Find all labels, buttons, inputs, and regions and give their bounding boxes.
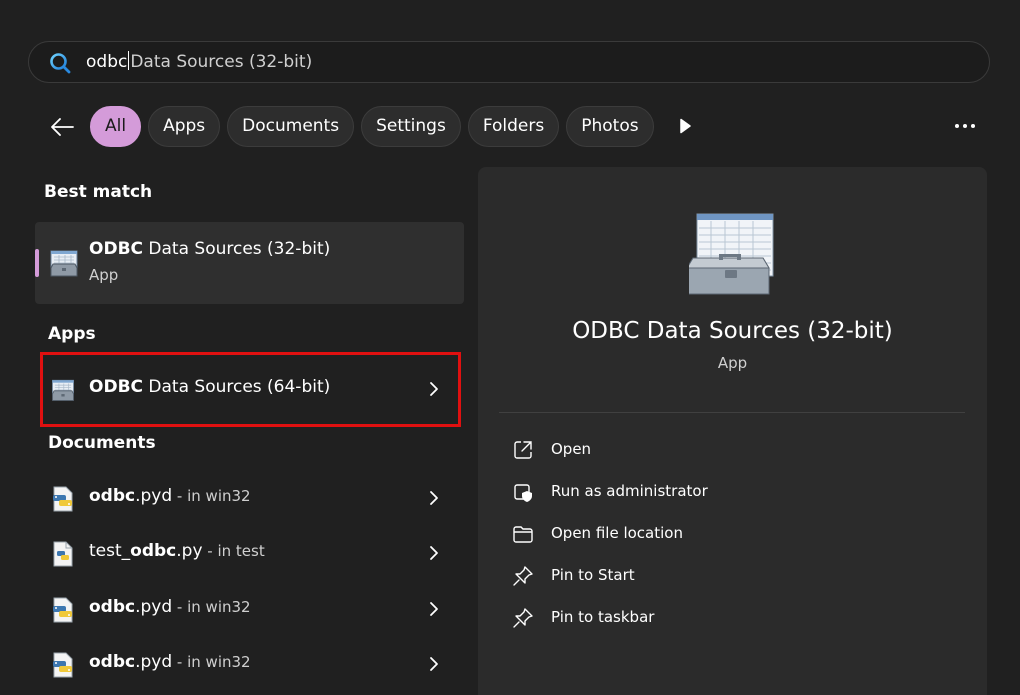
- document-item[interactable]: odbc.pyd - in win32: [40, 584, 460, 634]
- app-item-odbc-64[interactable]: ODBC Data Sources (64-bit): [40, 364, 460, 414]
- preview-panel: ODBC Data Sources (32-bit) App Open Run …: [478, 167, 987, 695]
- dot-icon: [963, 124, 967, 128]
- chevron-right-icon[interactable]: [426, 489, 442, 507]
- name-rest-part: .pyd: [135, 597, 173, 617]
- name-bold-part: odbc: [89, 486, 136, 506]
- action-pin-to-start[interactable]: Pin to Start: [512, 560, 812, 592]
- action-pin-to-taskbar[interactable]: Pin to taskbar: [512, 602, 812, 634]
- selection-indicator: [35, 249, 39, 277]
- name-bold-part: ODBC: [89, 239, 143, 259]
- python-file-icon: [53, 486, 73, 512]
- filter-tabs: All Apps Documents Settings Folders Phot…: [90, 106, 654, 147]
- name-rest-part: .pyd: [135, 486, 173, 506]
- pin-icon: [513, 608, 533, 628]
- python-script-icon: [53, 541, 73, 567]
- action-label: Pin to Start: [551, 566, 635, 584]
- filter-settings[interactable]: Settings: [361, 106, 461, 147]
- dot-icon: [955, 124, 959, 128]
- app-item-name: ODBC Data Sources (64-bit): [89, 377, 330, 397]
- name-rest-part: .py: [176, 541, 203, 561]
- best-match-type: App: [89, 266, 119, 284]
- action-label: Open file location: [551, 524, 683, 542]
- name-bold-part: ODBC: [89, 377, 143, 397]
- back-button[interactable]: [46, 111, 78, 143]
- action-label: Open: [551, 440, 592, 458]
- chevron-right-icon[interactable]: [426, 544, 442, 562]
- document-location: - in win32: [172, 653, 251, 671]
- search-bar[interactable]: odbc Data Sources (32-bit): [28, 41, 990, 83]
- python-file-icon: [53, 597, 73, 623]
- action-open[interactable]: Open: [512, 434, 812, 466]
- document-location: - in win32: [172, 598, 251, 616]
- best-match-name: ODBC Data Sources (32-bit): [89, 239, 330, 259]
- filter-photos[interactable]: Photos: [566, 106, 654, 147]
- filter-apps[interactable]: Apps: [148, 106, 221, 147]
- pin-icon: [513, 566, 533, 586]
- name-bold-part: odbc: [130, 541, 177, 561]
- more-filters-button[interactable]: [673, 114, 697, 138]
- document-name: odbc.pyd - in win32: [89, 486, 251, 506]
- document-name: test_odbc.py - in test: [89, 541, 265, 561]
- action-run-as-admin[interactable]: Run as administrator: [512, 476, 812, 508]
- dot-icon: [971, 124, 975, 128]
- filter-documents[interactable]: Documents: [227, 106, 355, 147]
- folder-icon: [513, 526, 533, 543]
- action-label: Pin to taskbar: [551, 608, 655, 626]
- filter-folders[interactable]: Folders: [467, 106, 560, 147]
- chevron-right-icon[interactable]: [426, 655, 442, 673]
- document-item[interactable]: odbc.pyd - in win32: [40, 639, 460, 689]
- open-external-icon: [514, 441, 532, 459]
- more-options-button[interactable]: [950, 114, 980, 138]
- preview-type: App: [717, 354, 748, 372]
- search-icon: [50, 53, 71, 74]
- best-match-heading: Best match: [44, 182, 153, 202]
- name-bold-part: odbc: [89, 597, 136, 617]
- python-file-icon: [53, 652, 73, 678]
- action-open-file-location[interactable]: Open file location: [512, 518, 812, 550]
- odbc-app-icon: [52, 379, 74, 401]
- documents-heading: Documents: [48, 433, 156, 453]
- apps-heading: Apps: [48, 324, 96, 344]
- document-item[interactable]: odbc.pyd - in win32: [40, 473, 460, 523]
- odbc-app-large-icon: [689, 213, 774, 295]
- document-location: - in win32: [172, 487, 251, 505]
- name-rest-part: Data Sources (64-bit): [143, 377, 331, 397]
- name-rest-part: .pyd: [135, 652, 173, 672]
- odbc-app-icon: [50, 250, 78, 277]
- back-arrow-icon: [51, 118, 74, 136]
- chevron-right-icon[interactable]: [426, 600, 442, 618]
- search-typed-text: odbc: [86, 52, 128, 72]
- search-suggestion: Data Sources (32-bit): [130, 52, 313, 72]
- divider: [499, 412, 965, 413]
- play-arrow-icon: [680, 118, 691, 134]
- name-prefix-part: test_: [89, 541, 131, 561]
- name-rest-part: Data Sources (32-bit): [143, 239, 331, 259]
- name-bold-part: odbc: [89, 652, 136, 672]
- filter-all[interactable]: All: [90, 106, 142, 147]
- document-name: odbc.pyd - in win32: [89, 652, 251, 672]
- shield-icon: [514, 484, 532, 502]
- document-name: odbc.pyd - in win32: [89, 597, 251, 617]
- search-input[interactable]: odbc Data Sources (32-bit): [86, 51, 312, 73]
- best-match-item[interactable]: ODBC Data Sources (32-bit) App: [35, 222, 464, 304]
- document-location: - in test: [202, 542, 265, 560]
- preview-title: ODBC Data Sources (32-bit): [572, 318, 893, 344]
- document-item[interactable]: test_odbc.py - in test: [40, 528, 460, 578]
- action-label: Run as administrator: [551, 482, 708, 500]
- chevron-right-icon[interactable]: [426, 380, 442, 398]
